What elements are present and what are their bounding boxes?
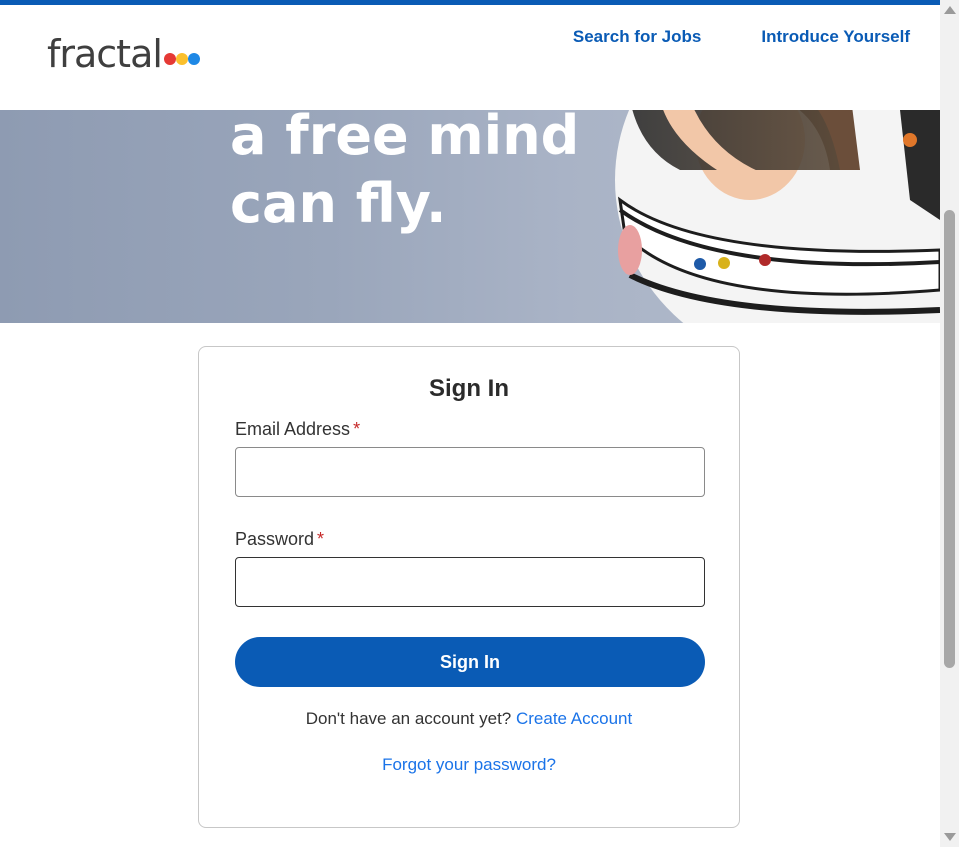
password-label-text: Password [235, 529, 315, 549]
password-required-mark: * [317, 529, 325, 549]
hero-tagline: a free mind can fly. [230, 110, 579, 238]
forgot-password-row: Forgot your password? [199, 755, 739, 775]
email-label: Email Address * [235, 419, 360, 440]
scroll-up-arrow-icon[interactable] [944, 6, 956, 14]
email-required-mark: * [353, 419, 361, 439]
sign-in-title: Sign In [429, 375, 509, 402]
sign-in-button[interactable]: Sign In [235, 637, 705, 687]
header: fractal Search for Jobs Introduce Yourse… [0, 5, 940, 110]
logo-dots [163, 53, 200, 65]
page: fractal Search for Jobs Introduce Yourse… [0, 0, 940, 847]
password-field[interactable] [235, 557, 705, 607]
scroll-down-arrow-icon[interactable] [944, 833, 956, 841]
create-account-link[interactable]: Create Account [516, 709, 632, 728]
forgot-password-link[interactable]: Forgot your password? [382, 755, 556, 774]
email-field[interactable] [235, 447, 705, 497]
hero-tagline-line1: a free mind [230, 110, 580, 167]
nav-introduce-yourself[interactable]: Introduce Yourself [761, 27, 910, 47]
logo-dot-red [163, 53, 176, 65]
header-nav: Search for Jobs Introduce Yourself [573, 27, 910, 47]
create-account-row: Don't have an account yet? Create Accoun… [199, 709, 739, 729]
hero-tagline-line2: can fly. [230, 172, 447, 235]
email-label-text: Email Address [235, 419, 351, 439]
logo-text: fractal [47, 32, 163, 76]
no-account-text: Don't have an account yet? [305, 709, 512, 728]
logo-dot-yellow [175, 53, 188, 65]
sign-in-card: Sign In Email Address * Password * Sign In… [198, 346, 740, 828]
astronaut-child-image [615, 110, 940, 323]
nav-search-for-jobs[interactable]: Search for Jobs [573, 27, 702, 47]
logo-dot-blue [187, 53, 200, 65]
fractal-logo[interactable]: fractal [47, 29, 200, 79]
vertical-scrollbar[interactable] [940, 0, 959, 847]
hero-banner: a free mind can fly. [0, 110, 940, 323]
password-label: Password * [235, 529, 324, 550]
scroll-thumb[interactable] [944, 210, 955, 668]
